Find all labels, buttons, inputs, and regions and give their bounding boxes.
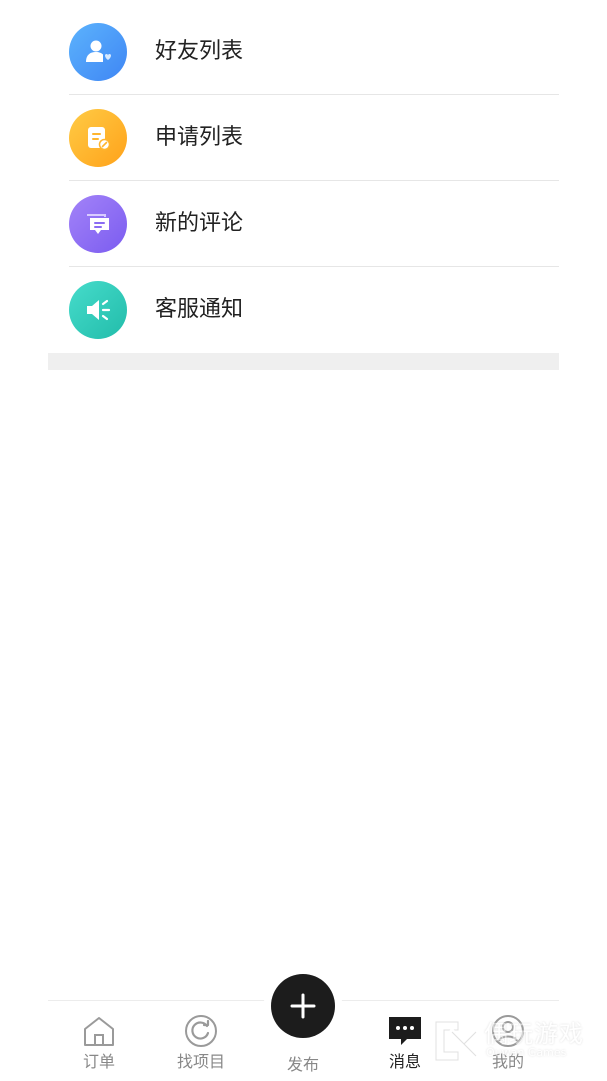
comment-icon <box>69 195 127 253</box>
tab-find-projects-label: 找项目 <box>176 1052 225 1071</box>
refresh-circle-icon <box>185 1015 217 1047</box>
user-circle-icon <box>492 1015 524 1047</box>
tab-orders-label: 订单 <box>82 1052 115 1071</box>
chat-icon <box>389 1017 421 1045</box>
tab-publish-label: 发布 <box>286 1055 319 1074</box>
tab-mine-label: 我的 <box>491 1052 524 1071</box>
applications-label: 申请列表 <box>155 125 244 150</box>
home-icon <box>84 1017 114 1046</box>
section-separator <box>48 353 559 370</box>
publish-button[interactable] <box>271 974 335 1038</box>
plus-icon <box>290 993 316 1019</box>
new-comments-label: 新的评论 <box>155 211 244 236</box>
tab-messages[interactable]: 消息 <box>365 1013 445 1081</box>
message-menu-list: 好友列表 申请列表 新的评论 客服通知 <box>48 0 559 353</box>
service-notice-label: 客服通知 <box>155 297 244 322</box>
tab-mine[interactable]: 我的 <box>468 1013 548 1081</box>
list-item-service-notice[interactable]: 客服通知 <box>48 267 559 353</box>
friends-icon <box>69 23 127 81</box>
application-icon <box>69 109 127 167</box>
tab-orders[interactable]: 订单 <box>59 1013 139 1081</box>
speaker-icon <box>69 281 127 339</box>
list-item-friends[interactable]: 好友列表 <box>48 0 559 95</box>
tab-messages-label: 消息 <box>388 1052 421 1071</box>
list-item-applications[interactable]: 申请列表 <box>48 95 559 181</box>
tab-find-projects[interactable]: 找项目 <box>161 1013 241 1081</box>
friends-label: 好友列表 <box>155 39 244 64</box>
list-item-new-comments[interactable]: 新的评论 <box>48 181 559 267</box>
